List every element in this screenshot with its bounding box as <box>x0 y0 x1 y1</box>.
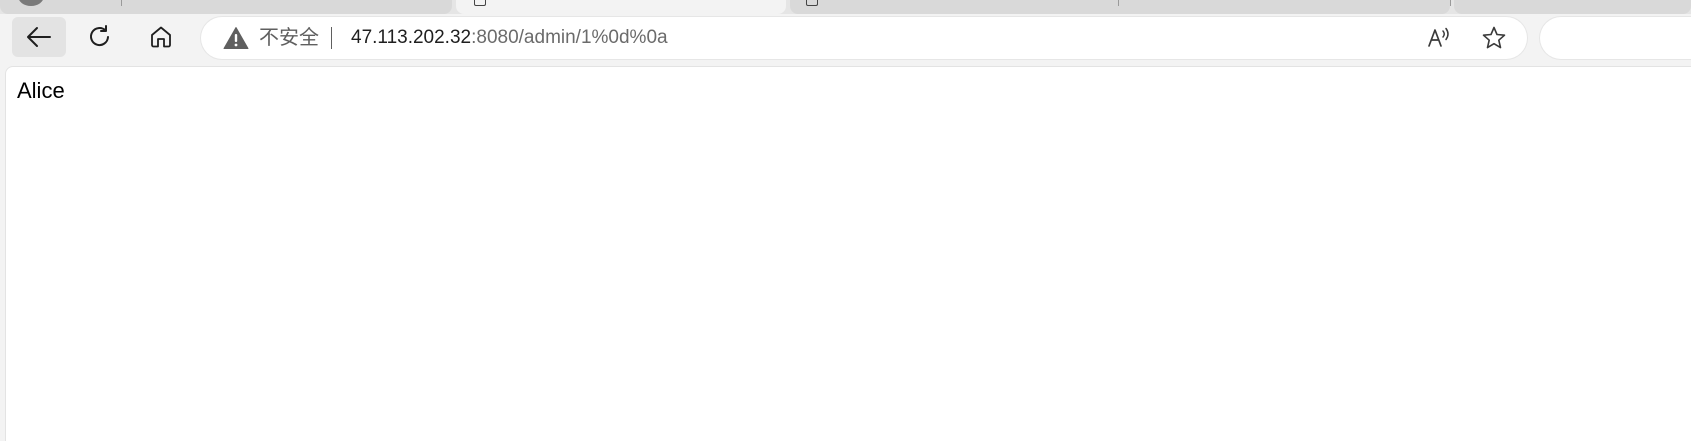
tab-1[interactable] <box>0 0 452 14</box>
tab-separator <box>1118 0 1119 6</box>
page-body-text: Alice <box>17 78 65 103</box>
reload-button[interactable] <box>73 17 127 57</box>
back-button[interactable] <box>12 17 66 57</box>
warning-triangle-icon[interactable] <box>223 26 249 50</box>
favorite-button[interactable] <box>1481 25 1507 51</box>
url-text[interactable]: 47.113.202.32:8080/admin/1%0d%0a <box>351 26 668 50</box>
arrow-left-icon <box>27 27 51 47</box>
security-status-label[interactable]: 不安全 <box>259 26 319 50</box>
reload-icon <box>90 25 109 46</box>
home-button[interactable] <box>134 17 188 57</box>
tab-favicon-icon <box>18 0 44 6</box>
address-bar[interactable]: 不安全 47.113.202.32:8080/admin/1%0d%0a <box>201 17 1527 59</box>
tab-separator <box>121 0 122 6</box>
tab-4[interactable] <box>1450 0 1691 14</box>
home-icon <box>151 26 171 48</box>
address-divider <box>331 27 332 49</box>
read-aloud-icon <box>1428 27 1449 47</box>
browser-toolbar: 不安全 47.113.202.32:8080/admin/1%0d%0a <box>0 14 1691 66</box>
profile-pill[interactable] <box>1540 17 1691 59</box>
url-path: :8080/admin/1%0d%0a <box>471 27 668 48</box>
tab-strip <box>0 0 1691 14</box>
tab-3[interactable] <box>790 0 1450 14</box>
tab-page-icon <box>474 0 486 6</box>
read-aloud-button[interactable] <box>1426 25 1452 51</box>
page-viewport: Alice <box>5 66 1691 441</box>
tab-page-icon <box>806 0 818 6</box>
tab-2-active[interactable] <box>456 0 786 14</box>
tab-separator <box>1450 0 1451 6</box>
url-host: 47.113.202.32 <box>351 27 472 48</box>
star-icon <box>1482 26 1506 49</box>
browser-window: 不安全 47.113.202.32:8080/admin/1%0d%0a Ali… <box>0 0 1691 441</box>
